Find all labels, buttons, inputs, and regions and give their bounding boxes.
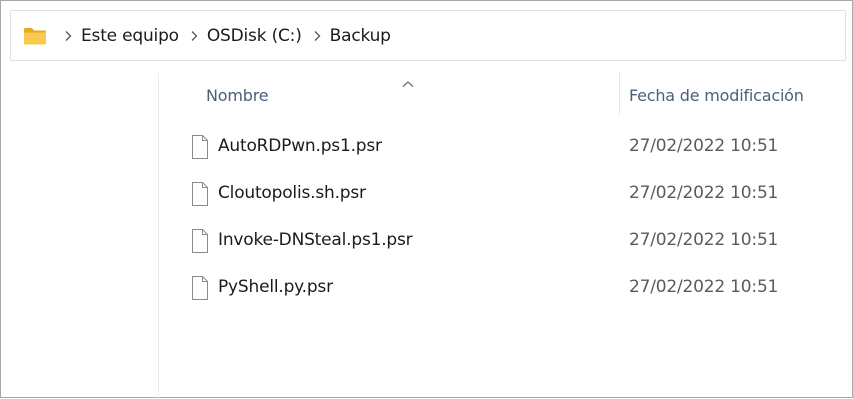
chevron-right-icon[interactable]: [310, 26, 324, 46]
address-bar[interactable]: Este equipo OSDisk (C:) Backup: [10, 10, 846, 61]
file-icon: [191, 229, 209, 253]
file-icon: [191, 182, 209, 206]
chevron-right-icon[interactable]: [187, 26, 201, 46]
file-name: Invoke-DNSteal.ps1.psr: [218, 230, 413, 250]
column-header-date-modified[interactable]: Fecha de modificación: [629, 86, 804, 105]
chevron-right-icon[interactable]: [61, 26, 75, 46]
file-icon: [191, 276, 209, 300]
file-row[interactable]: Invoke-DNSteal.ps1.psr 27/02/2022 10:51: [161, 217, 841, 264]
column-resize-handle[interactable]: [619, 73, 620, 115]
file-name: Cloutopolis.sh.psr: [218, 183, 366, 203]
file-modified-date: 27/02/2022 10:51: [629, 183, 779, 203]
file-icon: [191, 135, 209, 159]
file-name: PyShell.py.psr: [218, 277, 333, 297]
file-modified-date: 27/02/2022 10:51: [629, 277, 779, 297]
file-list: AutoRDPwn.ps1.psr 27/02/2022 10:51 Clout…: [161, 123, 841, 311]
breadcrumb-osdisk[interactable]: OSDisk (C:): [207, 26, 302, 46]
folder-icon: [23, 26, 47, 46]
file-modified-date: 27/02/2022 10:51: [629, 230, 779, 250]
file-name: AutoRDPwn.ps1.psr: [218, 136, 382, 156]
breadcrumb-backup[interactable]: Backup: [330, 26, 391, 46]
file-modified-date: 27/02/2022 10:51: [629, 136, 779, 156]
breadcrumb-este-equipo[interactable]: Este equipo: [81, 26, 179, 46]
file-row[interactable]: Cloutopolis.sh.psr 27/02/2022 10:51: [161, 170, 841, 217]
column-header-name[interactable]: Nombre: [206, 86, 269, 105]
file-row[interactable]: PyShell.py.psr 27/02/2022 10:51: [161, 264, 841, 311]
explorer-window: Este equipo OSDisk (C:) Backup Nombre Fe…: [0, 0, 853, 399]
navigation-pane-divider[interactable]: [158, 73, 159, 399]
chevron-up-icon: [401, 73, 415, 87]
file-row[interactable]: AutoRDPwn.ps1.psr 27/02/2022 10:51: [161, 123, 841, 170]
